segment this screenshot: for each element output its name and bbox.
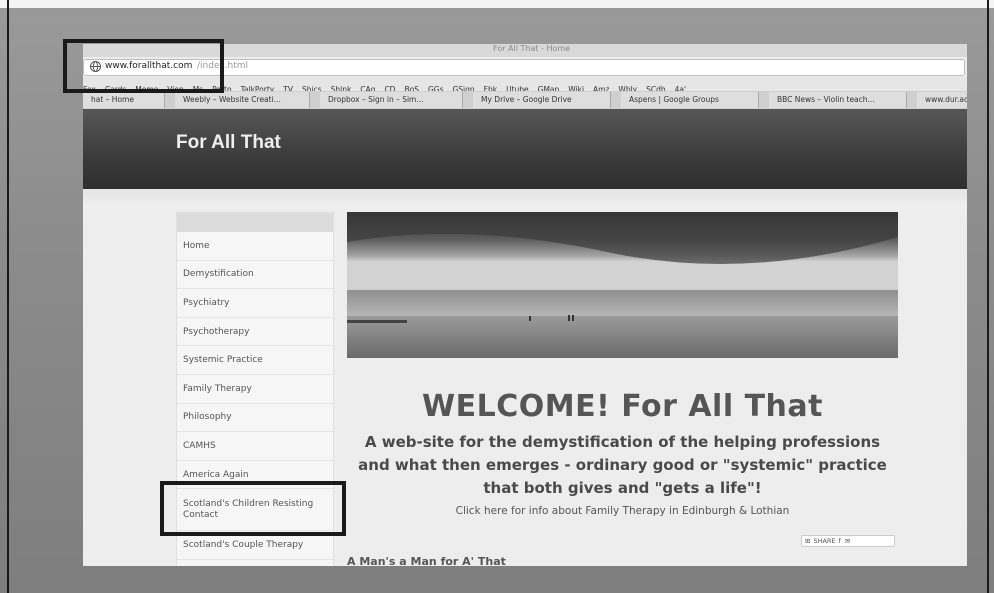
bookmark-item[interactable]: Shics [302, 83, 322, 91]
browser-tab[interactable]: www.dur.ac.u [917, 92, 967, 108]
browser-tab[interactable]: Dropbox – Sign in – Sim... [320, 92, 463, 108]
nav-top-bar [177, 213, 333, 232]
subtitle-line: that both gives and "gets a life"! [483, 479, 762, 497]
nav-item-systemic-practice[interactable]: Systemic Practice [177, 346, 333, 375]
bookmark-item[interactable]: Wiki [568, 83, 584, 91]
tab-bar: hat – Home Weebly – Website Creati... Dr… [83, 91, 967, 109]
bookmark-item[interactable]: CAg [360, 83, 375, 91]
browser-tab[interactable]: My Drive – Google Drive [473, 92, 611, 108]
bookmark-item[interactable]: Fbk [484, 83, 497, 91]
bookmark-item[interactable]: Utube [506, 83, 529, 91]
welcome-heading: WELCOME! For All That [422, 389, 823, 424]
bookmark-item[interactable]: BoS [404, 83, 419, 91]
browser-tab[interactable]: Aspens | Google Groups [621, 92, 759, 108]
site-subtitle: A web-site for the demystification of th… [347, 431, 898, 500]
section-heading: A Man's a Man for A' That [347, 555, 506, 566]
nav-item-psychiatry[interactable]: Psychiatry [177, 289, 333, 318]
bookmark-item[interactable]: SCdh [646, 83, 666, 91]
bookmark-item[interactable]: TV [283, 83, 293, 91]
bookmark-item[interactable]: 4a' [675, 83, 686, 91]
nav-item-camhs[interactable]: CAMHS [177, 432, 333, 461]
annotation-box-url [63, 39, 224, 93]
bookmark-item[interactable]: Wbly [618, 83, 637, 91]
browser-tab[interactable]: Weebly – Website Creati... [175, 92, 310, 108]
social-icons: f ✉ [838, 537, 852, 545]
bookmark-item[interactable]: CD [384, 83, 395, 91]
hero-image [347, 212, 898, 358]
plus-icon: ⊞ [805, 537, 811, 545]
site-header: For All That [83, 109, 967, 189]
site-title[interactable]: For All That [176, 132, 281, 154]
family-therapy-info-link[interactable]: Click here for info about Family Therapy… [347, 505, 898, 517]
share-button[interactable]: ⊞ SHARE f ✉ [801, 535, 895, 547]
annotation-box-nav-item [160, 481, 346, 536]
browser-tab-active[interactable]: hat – Home [83, 92, 165, 108]
browser-tab[interactable]: BBC News – Violin teach... [769, 92, 907, 108]
bookmark-item[interactable]: TalkPorty [241, 83, 275, 91]
subtitle-line: A web-site for the demystification of th… [364, 433, 881, 451]
nav-item-psychotherapy[interactable]: Psychotherapy [177, 318, 333, 347]
bookmark-item[interactable]: Amz [593, 83, 609, 91]
window-title: For All That - Home [493, 44, 571, 53]
nav-item-home[interactable]: Home [177, 232, 333, 261]
bookmark-item[interactable]: Shlnk [331, 83, 352, 91]
nav-item-philosophy[interactable]: Philosophy [177, 404, 333, 433]
slide-right-border [987, 0, 989, 593]
header-band [83, 189, 967, 209]
bookmark-item[interactable]: GMap [538, 83, 560, 91]
nav-item-demystification[interactable]: Demystification [177, 261, 333, 290]
bookmark-item[interactable]: GGs [428, 83, 444, 91]
subtitle-line: and what then emerges - ordinary good or… [358, 456, 887, 474]
share-label: SHARE [813, 537, 836, 545]
nav-item-family-therapy[interactable]: Family Therapy [177, 375, 333, 404]
stormy-beach-image [347, 212, 898, 358]
slide-left-border [7, 0, 9, 593]
bookmark-item[interactable]: GSign [452, 83, 474, 91]
